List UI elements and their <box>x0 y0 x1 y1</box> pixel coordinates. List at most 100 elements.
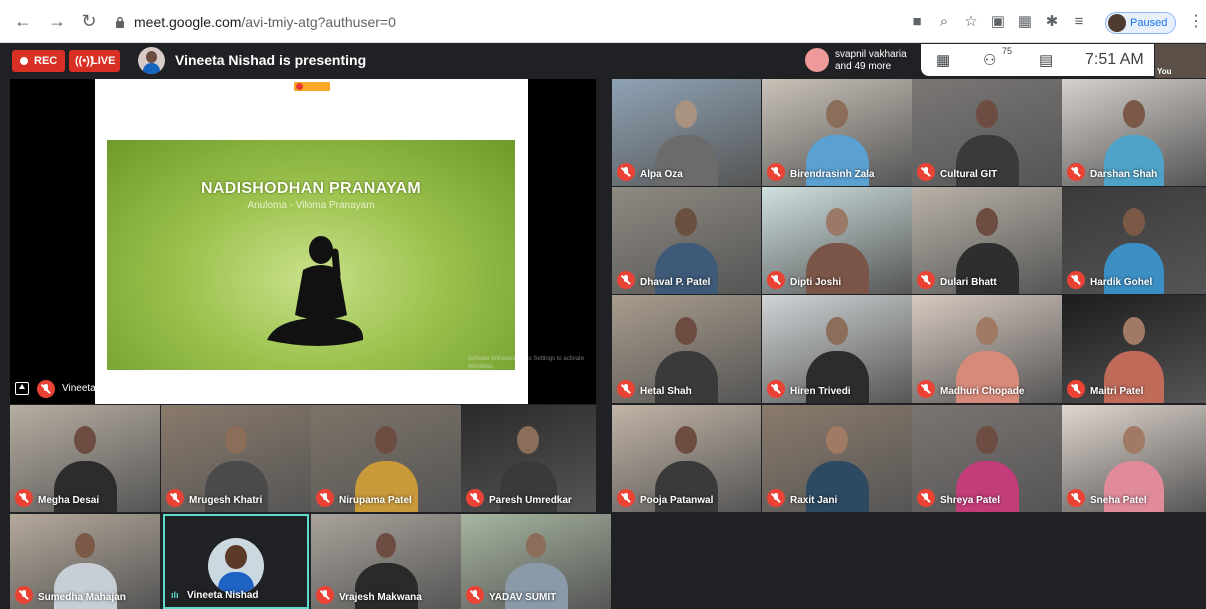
participant-tile-darshan-shah[interactable]: Darshan Shah <box>1062 79 1206 186</box>
back-icon[interactable]: ← <box>12 10 34 32</box>
participant-tile-paresh-umredkar[interactable]: Paresh Umredkar <box>461 405 596 512</box>
participant-tile-alpa-oza[interactable]: Alpa Oza <box>612 79 761 186</box>
mic-off-icon <box>917 163 935 181</box>
live-badge[interactable]: ((•)) LIVE <box>69 50 120 72</box>
participant-tile-dulari-bhatt[interactable]: Dulari Bhatt <box>912 187 1062 294</box>
participant-head <box>675 426 697 454</box>
participant-tile-sneha-patel[interactable]: Sneha Patel <box>1062 405 1206 512</box>
participant-tile-hardik-gohel[interactable]: Hardik Gohel <box>1062 187 1206 294</box>
mic-off-icon <box>1067 380 1085 398</box>
reload-icon[interactable]: ↻ <box>78 10 100 32</box>
chat-icon[interactable]: ▤ <box>1039 51 1053 69</box>
mic-off-icon <box>917 380 935 398</box>
participant-tile-megha-desai[interactable]: Megha Desai <box>10 405 160 512</box>
participant-name: Sneha Patel <box>1090 495 1147 506</box>
participant-name: Maitri Patel <box>1090 386 1144 397</box>
mic-off-icon <box>1067 489 1085 507</box>
slide-toolbar <box>294 82 330 91</box>
participant-name: Dipti Joshi <box>790 277 842 288</box>
profile-status: Paused <box>1130 17 1168 29</box>
recording-badge[interactable]: REC <box>12 50 65 72</box>
participant-name: Megha Desai <box>38 495 100 506</box>
participant-tile-shreya-patel[interactable]: Shreya Patel <box>912 405 1062 512</box>
forward-icon[interactable]: → <box>46 10 68 32</box>
mic-off-icon <box>37 380 55 398</box>
participant-tile-dipti-joshi[interactable]: Dipti Joshi <box>762 187 912 294</box>
participant-name: Birendrasinh Zala <box>790 169 875 180</box>
participant-head <box>1123 426 1145 454</box>
profile-button[interactable]: Paused <box>1105 12 1177 34</box>
participant-tile-cultural-git[interactable]: Cultural GIT <box>912 79 1062 186</box>
camera-icon[interactable]: ■ <box>905 11 929 33</box>
participant-tile-hetal-shah[interactable]: Hetal Shah <box>612 295 761 403</box>
mic-off-icon <box>316 489 334 507</box>
participant-name: Sumedha Mahajan <box>38 592 126 603</box>
slide-background <box>107 140 515 370</box>
participant-head <box>826 208 848 236</box>
reading-list-icon[interactable]: ≡ <box>1067 11 1091 33</box>
mic-off-icon <box>1067 163 1085 181</box>
participant-head <box>826 426 848 454</box>
presenter-tile-name: Vineeta Nishad <box>62 383 130 394</box>
rec-dot-icon <box>20 57 28 65</box>
participant-tile-pooja-patanwal[interactable]: Pooja Patanwal <box>612 405 761 512</box>
participant-name: Darshan Shah <box>1090 169 1158 180</box>
participant-tile-maitri-patel[interactable]: Maitri Patel <box>1062 295 1206 403</box>
participant-name: Dulari Bhatt <box>940 277 997 288</box>
bookmark-star-icon[interactable]: ☆ <box>959 11 983 33</box>
participant-tile-vrajesh-makwana[interactable]: Vrajesh Makwana <box>311 514 461 609</box>
participant-name: Hiren Trivedi <box>790 386 851 397</box>
participant-tile-dhaval-p-patel[interactable]: Dhaval P. Patel <box>612 187 761 294</box>
profile-avatar <box>1108 14 1126 32</box>
people-icon[interactable]: ⚇ <box>983 51 996 69</box>
participant-tile-nirupama-patel[interactable]: Nirupama Patel <box>311 405 461 512</box>
participant-tile-hiren-trivedi[interactable]: Hiren Trivedi <box>762 295 912 403</box>
layout-grid-icon[interactable]: ▦ <box>936 51 950 69</box>
live-label: LIVE <box>91 55 116 67</box>
participant-name: Hardik Gohel <box>1090 277 1153 288</box>
mic-off-icon <box>617 163 635 181</box>
mic-off-icon <box>767 271 785 289</box>
meditation-silhouette-icon <box>267 236 364 346</box>
participant-name: Mrugesh Khatri <box>189 495 263 506</box>
pin-icon[interactable] <box>15 382 29 395</box>
participant-name: Alpa Oza <box>640 169 683 180</box>
participant-tile-vineeta-nishad[interactable]: ılı Vineeta Nishad <box>163 514 309 609</box>
zoom-icon[interactable]: ⌕ <box>932 11 956 33</box>
participant-name: Madhuri Chopade <box>940 386 1025 397</box>
participant-head <box>976 426 998 454</box>
grid-extension-icon[interactable]: ▦ <box>1013 11 1037 33</box>
extension-icon[interactable]: ▣ <box>986 11 1010 33</box>
participant-head <box>675 317 697 345</box>
participant-tile-raxit-jani[interactable]: Raxit Jani <box>762 405 912 512</box>
puzzle-icon[interactable]: ✱ <box>1040 11 1064 33</box>
participant-head <box>675 100 697 128</box>
speaker-avatar <box>805 48 829 72</box>
participant-head <box>75 533 95 558</box>
participant-head <box>976 317 998 345</box>
activate-windows-watermark: Activate Windows Go to Settings to activ… <box>468 356 585 370</box>
participant-name: Raxit Jani <box>790 495 838 506</box>
url-path: /avi-tmiy-atg?authuser=0 <box>241 14 396 30</box>
participant-name: Cultural GIT <box>940 169 998 180</box>
participant-tile-madhuri-chopade[interactable]: Madhuri Chopade <box>912 295 1062 403</box>
participant-name: Pooja Patanwal <box>640 495 714 506</box>
participant-tile-birendrasinh-zala[interactable]: Birendrasinh Zala <box>762 79 912 186</box>
self-view-tile[interactable]: You <box>1155 44 1206 78</box>
address-bar[interactable]: meet.google.com/avi-tmiy-atg?authuser=0 <box>114 9 904 35</box>
participant-tile-yadav-sumit[interactable]: YADAV SUMIT <box>461 514 611 609</box>
participant-tile-sumedha-mahajan[interactable]: Sumedha Mahajan <box>10 514 160 609</box>
lock-icon <box>116 16 124 28</box>
participant-name: Nirupama Patel <box>339 495 412 506</box>
menu-kebab-icon[interactable]: ⋮ <box>1188 11 1204 31</box>
participant-name: Shreya Patel <box>940 495 1001 506</box>
self-label: You <box>1157 67 1172 76</box>
mic-off-icon <box>917 489 935 507</box>
broadcast-icon: ((•)) <box>75 55 94 67</box>
participant-head <box>376 533 396 558</box>
mic-off-icon <box>316 586 334 604</box>
participant-tile-mrugesh-khatri[interactable]: Mrugesh Khatri <box>161 405 311 512</box>
mic-off-icon <box>15 489 33 507</box>
participant-head <box>375 426 397 454</box>
presenter-first-name: Vineeta <box>62 383 96 394</box>
